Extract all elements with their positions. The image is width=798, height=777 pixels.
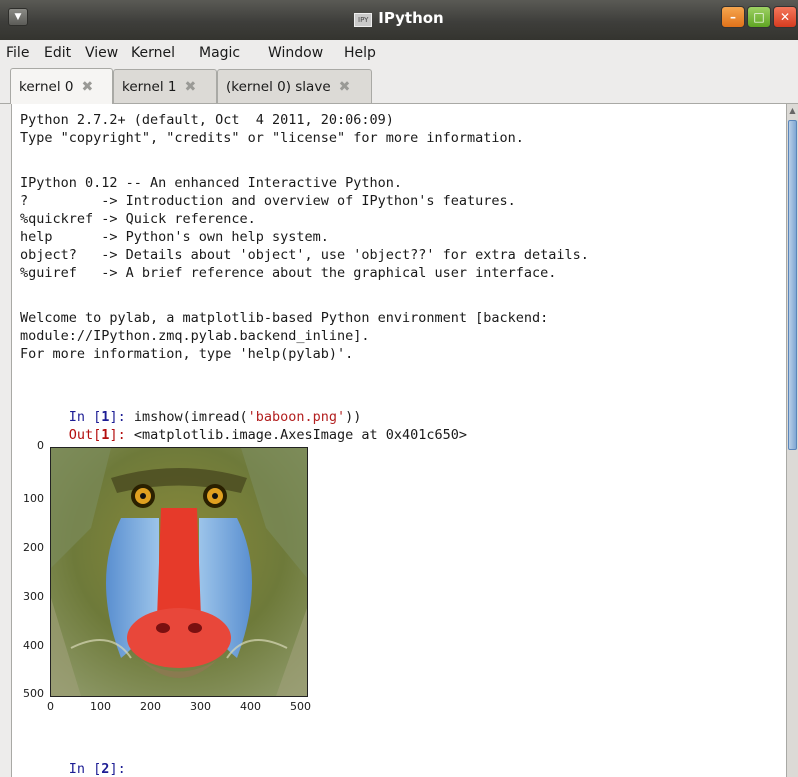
console-line: For more information, type 'help(pylab)'… — [20, 346, 354, 362]
y-tick-label: 400 — [23, 639, 44, 652]
x-tick-label: 0 — [47, 700, 54, 713]
x-tick-label: 500 — [290, 700, 311, 713]
minimize-button[interactable]: – — [721, 6, 745, 28]
y-tick-label: 300 — [23, 590, 44, 603]
menu-kernel[interactable]: Kernel — [131, 45, 175, 61]
console-output[interactable]: Python 2.7.2+ (default, Oct 4 2011, 20:0… — [11, 104, 787, 777]
console-line: Python 2.7.2+ (default, Oct 4 2011, 20:0… — [20, 112, 394, 128]
menu-view[interactable]: View — [85, 45, 118, 61]
menu-file[interactable]: File — [6, 45, 29, 61]
ipython-window: ▼ IPY IPython – □ ✕ File Edit View Kernel… — [0, 0, 798, 777]
menu-window[interactable]: Window — [268, 45, 323, 61]
console-line: %quickref -> Quick reference. — [20, 211, 256, 227]
input-cell-2[interactable]: In [2]: — [20, 742, 126, 777]
x-tick-label: 200 — [140, 700, 161, 713]
in-prompt: In [2]: — [68, 761, 126, 777]
tab-bar: kernel 0 ✖ kernel 1 ✖ (kernel 0) slave ✖ — [0, 65, 798, 104]
menu-edit[interactable]: Edit — [44, 45, 71, 61]
console-line: help -> Python's own help system. — [20, 229, 329, 245]
menu-bar: File Edit View Kernel Magic Window Help — [0, 40, 798, 65]
window-title: IPY IPython — [0, 9, 798, 27]
close-tab-icon[interactable]: ✖ — [81, 79, 93, 95]
window-title-text: IPython — [378, 9, 444, 27]
scroll-thumb[interactable] — [788, 120, 797, 450]
maximize-button[interactable]: □ — [747, 6, 771, 28]
console-line: module://IPython.zmq.pylab.backend_inlin… — [20, 328, 370, 344]
tab-label: kernel 0 — [19, 78, 74, 95]
tab-kernel-1[interactable]: kernel 1 ✖ — [113, 69, 217, 103]
tab-label: kernel 1 — [122, 78, 177, 95]
console-line: Type "copyright", "credits" or "license"… — [20, 130, 524, 146]
title-bar: ▼ IPY IPython – □ ✕ — [0, 0, 798, 40]
y-tick-label: 100 — [23, 492, 44, 505]
tab-kernel-0[interactable]: kernel 0 ✖ — [10, 68, 113, 104]
console-line: Welcome to pylab, a matplotlib-based Pyt… — [20, 310, 549, 326]
y-tick-label: 500 — [23, 687, 44, 700]
close-tab-icon[interactable]: ✖ — [184, 79, 196, 95]
close-tab-icon[interactable]: ✖ — [339, 79, 351, 95]
console-line: %guiref -> A brief reference about the g… — [20, 265, 557, 281]
baboon-image — [50, 447, 308, 697]
output-cell-1: Out[1]: <matplotlib.image.AxesImage at 0… — [20, 408, 467, 443]
x-tick-label: 100 — [90, 700, 111, 713]
y-tick-label: 200 — [23, 541, 44, 554]
ipython-app-icon: IPY — [354, 13, 373, 27]
scroll-up-icon[interactable]: ▲ — [787, 104, 798, 118]
inline-plot: 0 100 200 300 400 500 0 100 200 300 400 … — [12, 439, 342, 714]
menu-help[interactable]: Help — [344, 45, 376, 61]
vertical-scrollbar[interactable]: ▲ — [786, 104, 798, 777]
tab-label: (kernel 0) slave — [226, 78, 331, 95]
close-button[interactable]: ✕ — [773, 6, 797, 28]
console-line: ? -> Introduction and overview of IPytho… — [20, 193, 516, 209]
tab-kernel-0-slave[interactable]: (kernel 0) slave ✖ — [217, 69, 372, 103]
console-line: object? -> Details about 'object', use '… — [20, 247, 589, 263]
menu-magic[interactable]: Magic — [199, 45, 240, 61]
x-tick-label: 400 — [240, 700, 261, 713]
y-tick-label: 0 — [37, 439, 44, 452]
x-tick-label: 300 — [190, 700, 211, 713]
input-cell-1: In [1]: imshow(imread('baboon.png')) — [20, 390, 362, 425]
console-line: IPython 0.12 -- An enhanced Interactive … — [20, 175, 403, 191]
